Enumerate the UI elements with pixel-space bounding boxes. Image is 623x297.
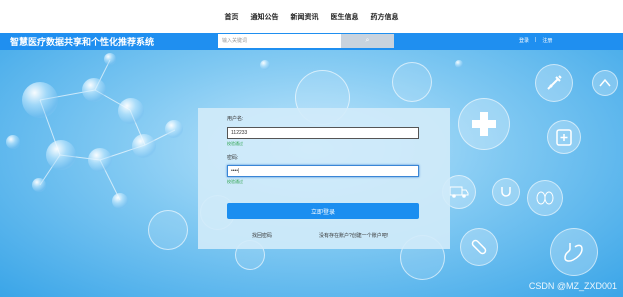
site-title: 智慧医疗数据共享和个性化推荐系统 [10,37,155,47]
nav-prescriptions[interactable]: 药方信息 [371,12,399,22]
password-field[interactable]: ••••| [227,165,419,177]
stomach-icon [550,228,598,276]
nav-announcements[interactable]: 通知公告 [251,12,279,22]
login-panel: 用户名: 校验通过 密码: ••••| 校验通过 立即登录 找回密码 没有存在账… [198,108,450,249]
decorative-circle [148,210,188,250]
username-label: 用户名: [227,116,244,122]
login-link[interactable]: 登录 [519,37,529,44]
molecule-bubble [46,140,76,170]
molecule-bubble [118,98,144,124]
molecule-bubble [112,193,128,209]
watermark: CSDN @MZ_ZXD001 [528,281,617,291]
header-bar: 智慧医疗数据共享和个性化推荐系统 ⌕ 登录 | 注册 [0,33,623,50]
hands-icon [592,70,618,96]
register-account-link[interactable]: 没有存在账户?创建一个账户吧! [319,232,388,239]
molecule-bubble [6,135,20,149]
search-input[interactable] [218,34,341,48]
nav-home[interactable]: 首页 [225,12,239,22]
register-link[interactable]: 注册 [542,37,552,44]
molecule-bubble [32,178,46,192]
kidneys-icon [527,180,563,216]
nav-news[interactable]: 新闻资讯 [291,12,319,22]
auth-separator: | [535,37,537,43]
molecule-bubble [132,134,156,158]
clipboard-icon [547,120,581,154]
username-hint: 校验通过 [227,141,243,146]
molecule-bubble [82,78,106,102]
password-hint: 校验通过 [227,179,243,184]
pill-icon [460,228,498,266]
top-navigation: 首页 通知公告 新闻资讯 医生信息 药方信息 [0,0,623,34]
molecule-bubble [104,53,116,65]
nav-doctors[interactable]: 医生信息 [331,12,359,22]
stethoscope-icon [492,178,520,206]
login-button[interactable]: 立即登录 [227,203,419,219]
molecule-bubble [260,60,270,70]
molecule-bubble [165,120,183,138]
molecule-bubble [455,60,463,68]
syringe-icon [535,64,573,102]
decorative-circle [392,62,432,102]
username-field[interactable] [227,127,419,139]
search-button[interactable]: ⌕ [341,34,394,48]
auth-links: 登录 | 注册 [519,37,552,44]
forgot-password-link[interactable]: 找回密码 [252,232,272,239]
search-icon: ⌕ [365,37,370,44]
password-label: 密码: [227,155,239,161]
molecule-bubble [22,82,58,118]
medical-cross-icon [458,98,510,150]
molecule-bubble [88,148,112,172]
